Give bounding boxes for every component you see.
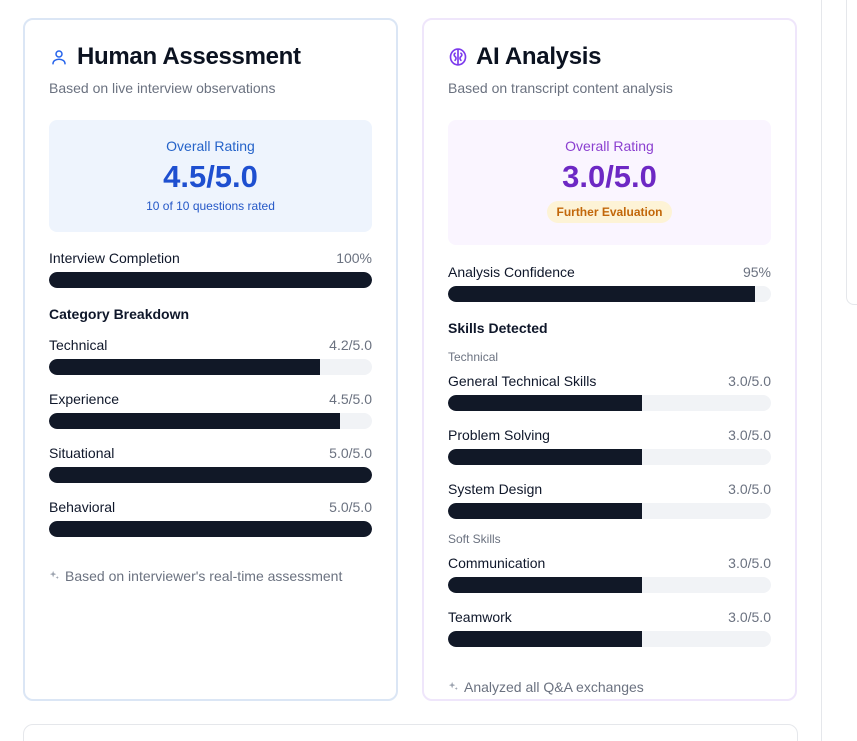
skill-progress-fill (448, 631, 642, 647)
user-icon (49, 47, 69, 67)
soft-skills-list: Communication 3.0/5.0 Teamwork 3.0/5.0 (448, 555, 771, 647)
overall-rating-value: 3.0/5.0 (562, 159, 657, 194)
ai-card-subtitle: Based on transcript content analysis (448, 80, 673, 96)
next-section-card (23, 724, 798, 741)
skill-progress-bar (448, 577, 771, 593)
ai-card-title: AI Analysis (476, 43, 602, 70)
category-score: 4.5/5.0 (329, 391, 372, 407)
category-behavioral: Behavioral 5.0/5.0 (49, 499, 372, 537)
category-progress-fill (49, 413, 340, 429)
category-progress-bar (49, 521, 372, 537)
category-breakdown-title: Category Breakdown (49, 306, 190, 322)
category-label: Experience (49, 391, 120, 407)
category-list: Technical 4.2/5.0 Experience 4.5/5.0 Sit… (49, 337, 372, 537)
skill-score: 3.0/5.0 (728, 427, 771, 443)
overall-rating-label: Overall Rating (565, 138, 654, 154)
skill-label: Problem Solving (448, 427, 550, 443)
category-progress-fill (49, 521, 372, 537)
category-score: 5.0/5.0 (329, 445, 372, 461)
skill-problem-solving: Problem Solving 3.0/5.0 (448, 427, 771, 465)
skill-progress-bar (448, 395, 771, 411)
sparkles-icon (448, 679, 459, 695)
completion-value: 100% (336, 250, 372, 266)
category-label: Behavioral (49, 499, 116, 515)
human-card-title: Human Assessment (77, 43, 301, 70)
skill-communication: Communication 3.0/5.0 (448, 555, 771, 593)
category-label: Situational (49, 445, 115, 461)
skill-progress-bar (448, 503, 771, 519)
human-card-header: Human Assessment (49, 43, 372, 70)
brain-icon (448, 47, 468, 67)
category-score: 4.2/5.0 (329, 337, 372, 353)
skill-score: 3.0/5.0 (728, 373, 771, 389)
confidence-label: Analysis Confidence (448, 264, 575, 280)
skill-label: Communication (448, 555, 546, 571)
skill-label: System Design (448, 481, 543, 497)
ai-analysis-card: AI Analysis Based on transcript content … (422, 18, 797, 701)
skill-progress-fill (448, 449, 642, 465)
human-card-subtitle: Based on live interview observations (49, 80, 276, 96)
category-progress-bar (49, 467, 372, 483)
skill-progress-bar (448, 631, 771, 647)
skill-progress-fill (448, 577, 642, 593)
interview-completion: Interview Completion 100% (49, 250, 372, 288)
category-progress-fill (49, 467, 372, 483)
skill-label: General Technical Skills (448, 373, 597, 389)
technical-skills-list: General Technical Skills 3.0/5.0 Problem… (448, 373, 771, 519)
human-footer-note: Based on interviewer's real-time assessm… (49, 568, 372, 584)
completion-label: Interview Completion (49, 250, 180, 266)
category-situational: Situational 5.0/5.0 (49, 445, 372, 483)
category-progress-bar (49, 359, 372, 375)
skill-system-design: System Design 3.0/5.0 (448, 481, 771, 519)
confidence-progress-bar (448, 286, 771, 302)
skill-progress-fill (448, 503, 642, 519)
skill-teamwork: Teamwork 3.0/5.0 (448, 609, 771, 647)
skill-score: 3.0/5.0 (728, 609, 771, 625)
ai-overall-rating: Overall Rating 3.0/5.0 Further Evaluatio… (448, 120, 771, 245)
skill-progress-bar (448, 449, 771, 465)
category-progress-bar (49, 413, 372, 429)
category-experience: Experience 4.5/5.0 (49, 391, 372, 429)
ai-card-header: AI Analysis (448, 43, 771, 70)
sidebar-card (846, 0, 857, 305)
ai-footer-note: Analyzed all Q&A exchanges (448, 679, 771, 695)
questions-rated-note: 10 of 10 questions rated (146, 199, 275, 213)
category-progress-fill (49, 359, 321, 375)
technical-group-label: Technical (448, 350, 499, 364)
confidence-value: 95% (742, 264, 771, 280)
category-score: 5.0/5.0 (329, 499, 372, 515)
category-technical: Technical 4.2/5.0 (49, 337, 372, 375)
human-footer-text: Based on interviewer's real-time assessm… (65, 568, 343, 584)
skill-general-technical: General Technical Skills 3.0/5.0 (448, 373, 771, 411)
completion-progress-bar (49, 272, 372, 288)
further-evaluation-badge: Further Evaluation (547, 201, 672, 223)
skill-label: Teamwork (448, 609, 512, 625)
sparkles-icon (49, 568, 60, 584)
overall-rating-label: Overall Rating (166, 138, 255, 154)
skill-score: 3.0/5.0 (728, 481, 771, 497)
human-overall-rating: Overall Rating 4.5/5.0 10 of 10 question… (49, 120, 372, 232)
overall-rating-value: 4.5/5.0 (163, 159, 258, 194)
ai-footer-text: Analyzed all Q&A exchanges (464, 679, 644, 695)
skill-score: 3.0/5.0 (728, 555, 771, 571)
right-sidebar (821, 0, 857, 741)
human-assessment-card: Human Assessment Based on live interview… (23, 18, 398, 701)
skills-detected-title: Skills Detected (448, 320, 548, 336)
soft-skills-group-label: Soft Skills (448, 532, 501, 546)
confidence-progress-fill (448, 286, 755, 302)
category-label: Technical (49, 337, 108, 353)
skill-progress-fill (448, 395, 642, 411)
completion-progress-fill (49, 272, 372, 288)
analysis-confidence: Analysis Confidence 95% (448, 264, 771, 302)
